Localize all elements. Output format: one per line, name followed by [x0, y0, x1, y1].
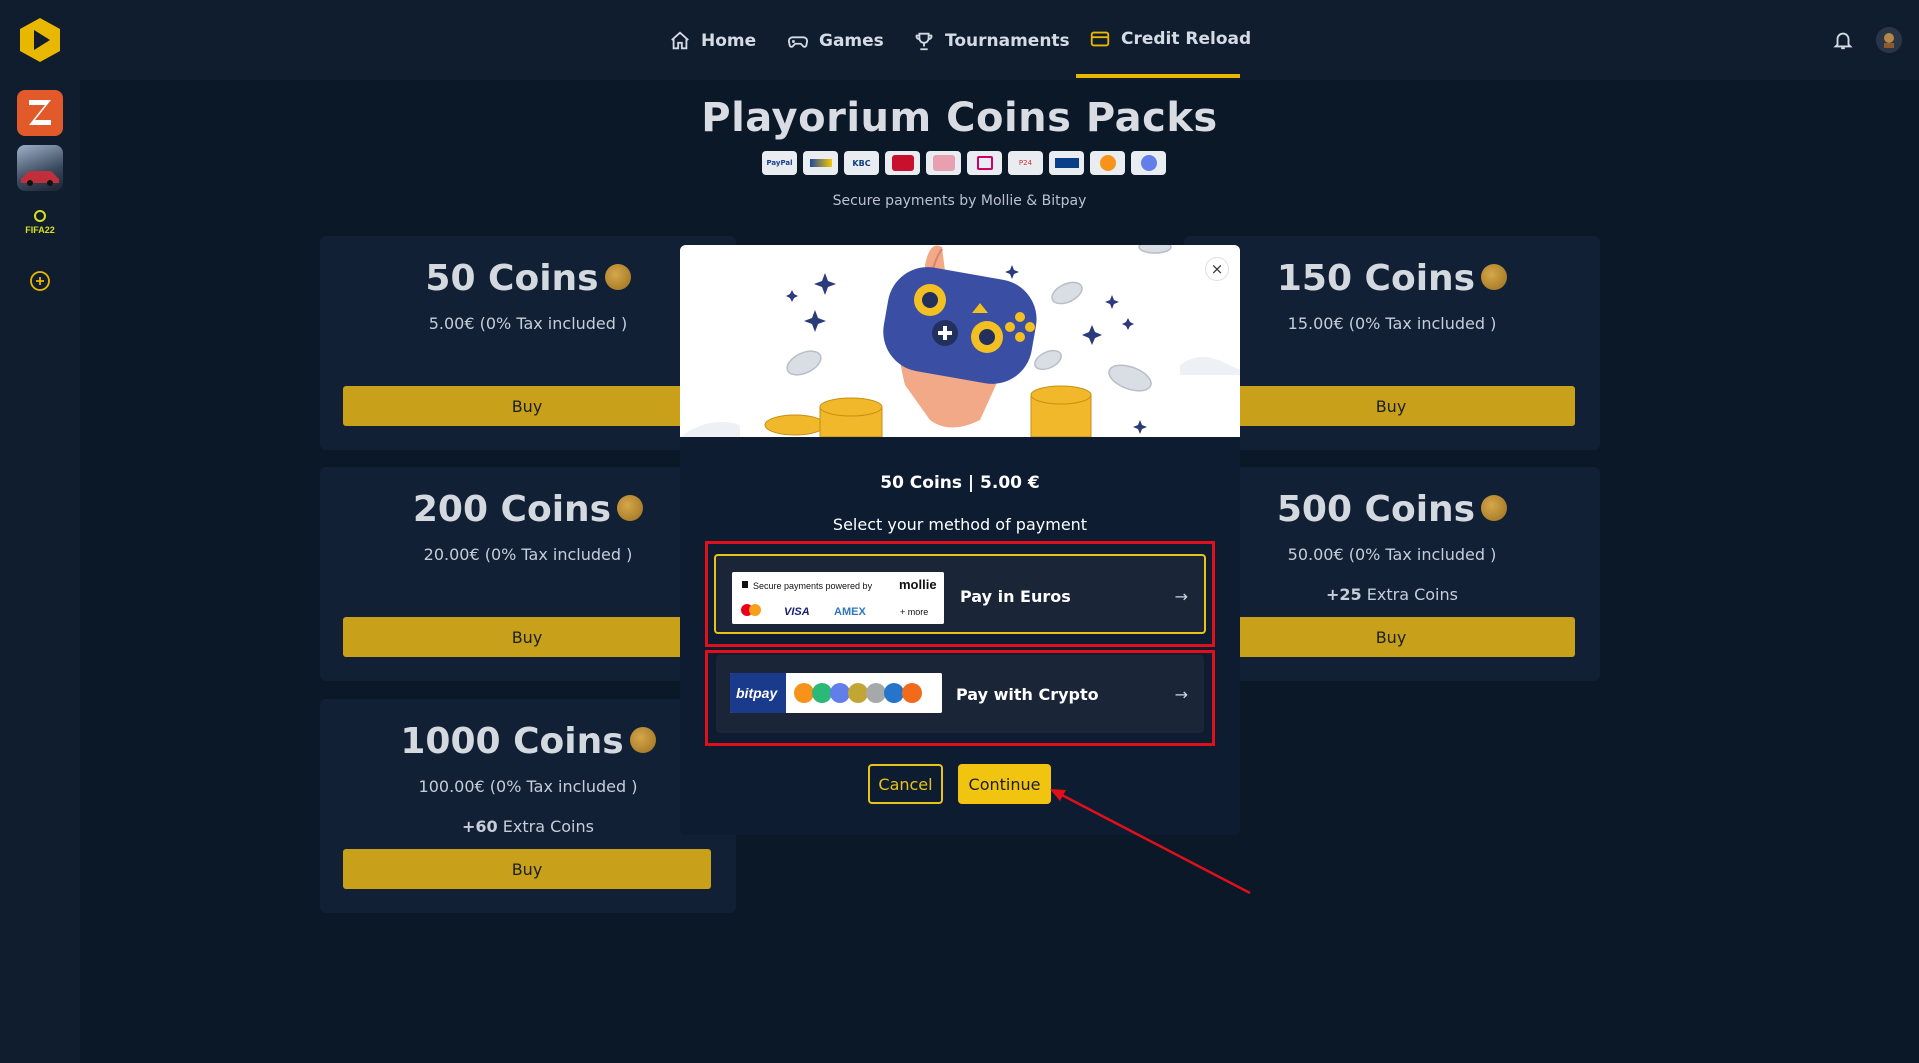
home-icon — [671, 31, 689, 50]
paypal-icon: PayPal — [762, 151, 797, 175]
pack-card-150: 150 Coins 15.00€ (0% Tax included ) Buy — [1184, 236, 1600, 450]
pack-card-200: 200 Coins 20.00€ (0% Tax included ) Buy — [320, 467, 736, 681]
buy-button[interactable]: Buy — [343, 849, 711, 889]
pack-price: 15.00€ (0% Tax included ) — [1287, 314, 1497, 333]
svg-text:FIFA22: FIFA22 — [25, 225, 55, 235]
pack-title: 1000 Coins — [320, 721, 736, 762]
coin-icon — [617, 495, 644, 521]
ideal-icon — [967, 151, 1002, 175]
pack-extra-coins: +60 Extra Coins — [462, 817, 594, 836]
payment-method-label: Select your method of payment — [832, 515, 1088, 534]
buy-button[interactable]: Buy — [1207, 617, 1575, 657]
pack-price: 20.00€ (0% Tax included ) — [423, 545, 633, 564]
highlight-box-crypto — [705, 650, 1215, 746]
buy-button[interactable]: Buy — [343, 386, 711, 426]
sidebar-game-racing[interactable] — [17, 145, 63, 191]
credit-card-icon — [1090, 31, 1110, 47]
pack-card-1000: 1000 Coins 100.00€ (0% Tax included ) +6… — [320, 699, 736, 913]
page-title: Playorium Coins Packs — [701, 95, 1218, 141]
coin-icon — [1481, 264, 1508, 290]
modal-close-button[interactable]: × — [1205, 257, 1229, 281]
nav-item-home[interactable]: Home — [669, 26, 756, 56]
gamepad-hand-illustration — [680, 245, 1240, 437]
pack-title: 50 Coins — [320, 258, 736, 299]
games-sidebar: FIFA22 — [0, 80, 80, 1063]
order-summary: 50 Coins | 5.00 € — [880, 473, 1040, 493]
pack-extra-coins: +25 Extra Coins — [1326, 585, 1458, 604]
pack-price: 5.00€ (0% Tax included ) — [428, 314, 628, 333]
pack-title: 200 Coins — [320, 489, 736, 530]
gamepad-icon — [787, 36, 809, 48]
add-game-icon[interactable] — [28, 269, 52, 293]
cancel-button[interactable]: Cancel — [868, 764, 943, 804]
continue-button[interactable]: Continue — [958, 764, 1051, 804]
avatar-emblem-icon — [1876, 27, 1902, 53]
sofort-icon — [926, 151, 961, 175]
ethereum-icon — [1131, 151, 1166, 175]
pack-price: 100.00€ (0% Tax included ) — [418, 777, 638, 796]
pack-card-500: 500 Coins 50.00€ (0% Tax included ) +25 … — [1184, 467, 1600, 681]
payment-method-modal: × 50 Coins | 5.00 € Select your method o… — [680, 245, 1240, 835]
bancontact-icon — [803, 151, 838, 175]
top-navigation-bar: Home Games Tournaments Credit Reload — [0, 0, 1919, 80]
coin-icon — [604, 264, 631, 290]
nav-label-home: Home — [701, 31, 757, 51]
coin-icon — [629, 727, 656, 753]
kbc-icon: KBC — [844, 151, 879, 175]
nav-item-credit-reload[interactable]: Credit Reload — [1089, 24, 1251, 54]
nav-label-tournaments: Tournaments — [945, 31, 1070, 51]
giropay-icon — [1049, 151, 1084, 175]
nav-item-games[interactable]: Games — [787, 26, 884, 56]
pack-title: 500 Coins — [1184, 489, 1600, 530]
pack-title: 150 Coins — [1184, 258, 1600, 299]
highlight-box-euros — [705, 541, 1215, 647]
nav-label-credit-reload: Credit Reload — [1121, 29, 1252, 49]
active-tab-indicator — [1076, 74, 1240, 78]
pack-price: 50.00€ (0% Tax included ) — [1287, 545, 1497, 564]
nav-label-games: Games — [819, 31, 884, 51]
user-avatar[interactable] — [1876, 27, 1902, 53]
buy-button[interactable]: Buy — [1207, 386, 1575, 426]
buy-button[interactable]: Buy — [343, 617, 711, 657]
pack-card-50: 50 Coins 5.00€ (0% Tax included ) Buy — [320, 236, 736, 450]
notification-bell-icon[interactable] — [1832, 29, 1854, 51]
nav-item-tournaments[interactable]: Tournaments — [913, 26, 1070, 56]
belfius-icon — [885, 151, 920, 175]
modal-hero-illustration: × — [680, 245, 1240, 437]
main-nav: Home Games Tournaments Credit Reload — [0, 0, 1919, 80]
przelewy24-icon: P24 — [1008, 151, 1043, 175]
payment-methods-strip: PayPal KBC P24 — [762, 151, 1166, 175]
race-car-thumbnail-icon — [21, 171, 59, 186]
secure-payments-text: Secure payments by Mollie & Bitpay — [832, 193, 1087, 209]
trophy-icon — [915, 32, 933, 51]
bitcoin-icon — [1090, 151, 1125, 175]
coin-icon — [1481, 495, 1508, 521]
